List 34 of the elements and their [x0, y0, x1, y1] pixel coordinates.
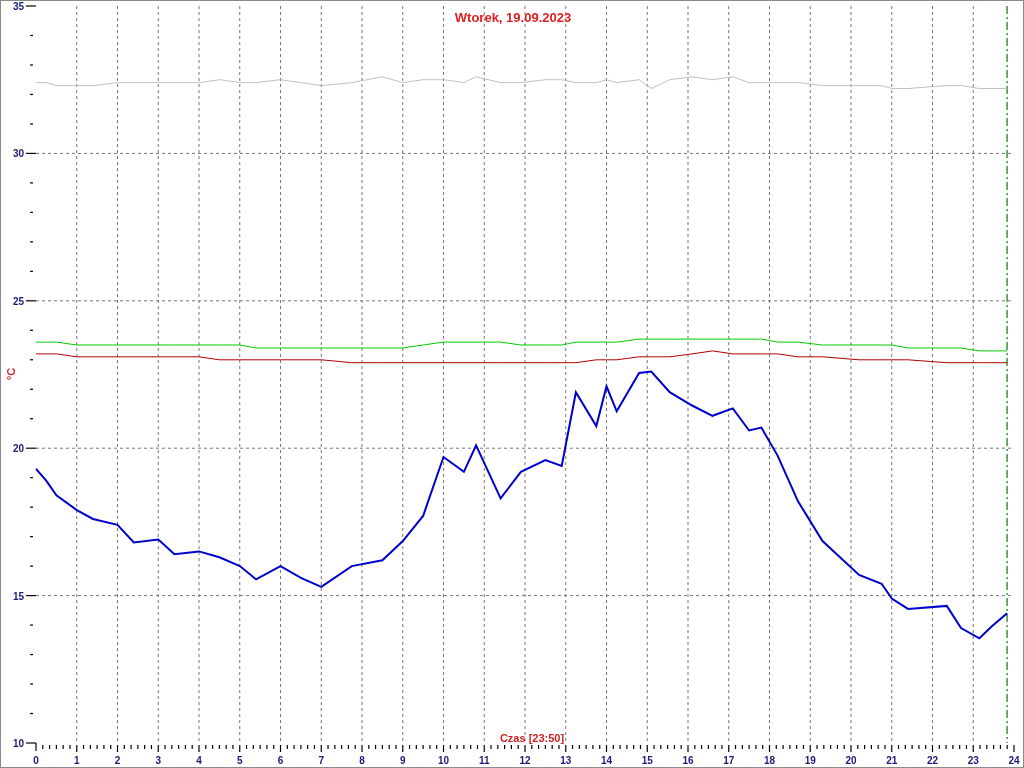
x-axis-title: Czas [23:50]: [499, 732, 565, 744]
y-tick-label: 10: [12, 738, 24, 749]
x-tick-label: 9: [399, 755, 406, 766]
y-tick-label: 25: [12, 295, 24, 307]
x-tick-label: 22: [926, 755, 939, 766]
x-tick-label: 4: [196, 755, 202, 766]
x-tick-label: 6: [277, 755, 284, 766]
y-tick-label: 30: [12, 148, 24, 160]
x-tick-label: 5: [236, 755, 243, 766]
y-tick-label: 20: [12, 443, 24, 455]
x-tick-label: 15: [641, 755, 653, 766]
x-tick-label: 0: [33, 755, 39, 766]
x-tick-label: 17: [723, 755, 735, 766]
y-axis-title: °C: [5, 367, 17, 381]
x-tick-label: 14: [600, 755, 613, 766]
x-tick-label: 24: [1008, 755, 1020, 766]
x-tick-label: 12: [519, 755, 531, 766]
y-tick-label: 15: [12, 590, 24, 602]
x-tick-label: 23: [967, 755, 979, 766]
x-tick-label: 16: [682, 755, 694, 766]
x-tick-label: 20: [845, 755, 857, 766]
x-tick-label: 18: [763, 755, 776, 766]
x-tick-label: 10: [437, 755, 450, 766]
chart-title: Wtorek, 19.09.2023: [454, 10, 572, 25]
x-tick-label: 11: [478, 755, 490, 766]
y-tick-label: 35: [12, 1, 24, 12]
x-tick-label: 8: [359, 755, 365, 766]
x-tick-label: 1: [73, 755, 80, 766]
x-tick-label: 19: [804, 755, 816, 766]
x-tick-label: 7: [318, 755, 325, 766]
x-tick-label: 2: [114, 755, 121, 766]
x-tick-label: 21: [886, 755, 898, 766]
x-tick-label: 13: [560, 755, 572, 766]
x-tick-label: 3: [155, 755, 162, 766]
